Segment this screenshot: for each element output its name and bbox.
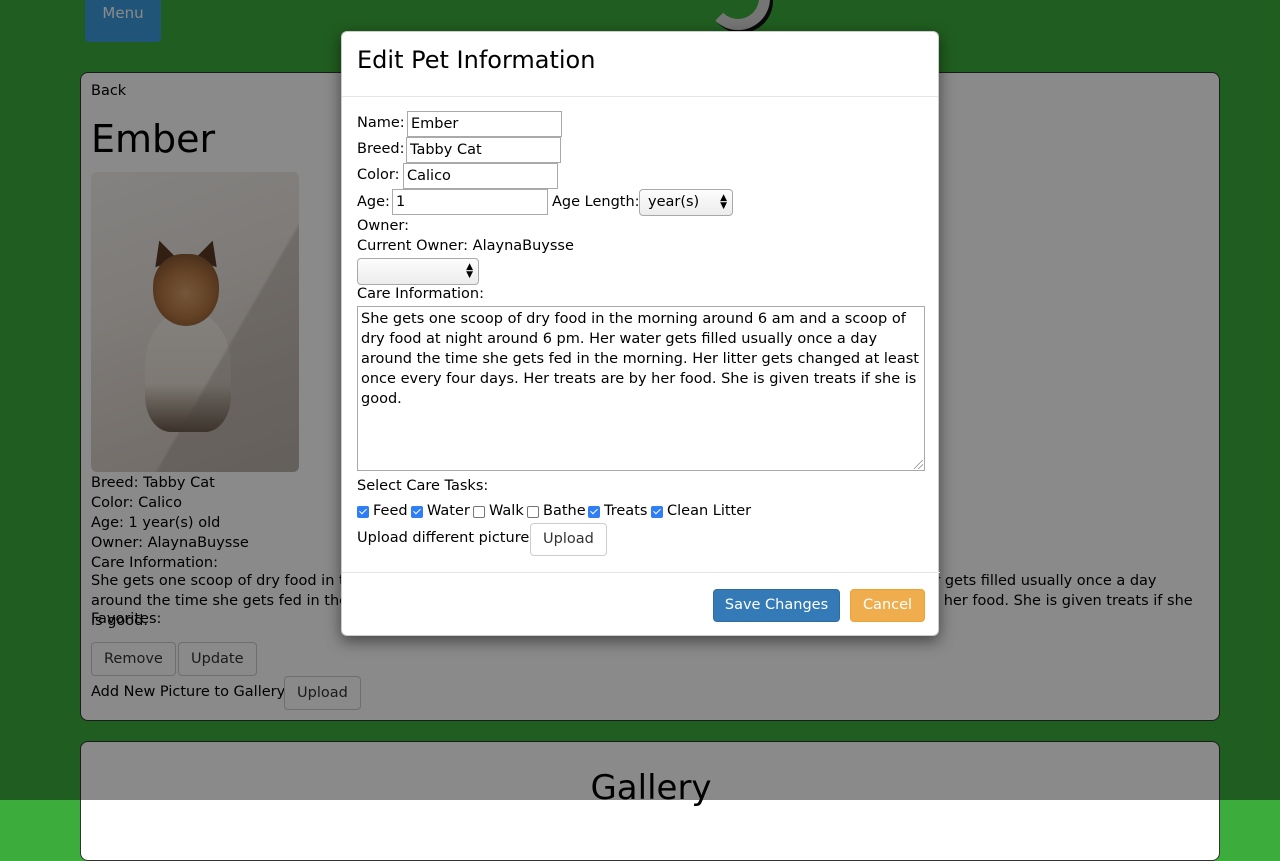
care-label: Care Information: <box>357 286 485 302</box>
save-changes-button[interactable]: Save Changes <box>713 589 840 622</box>
walk-checkbox[interactable] <box>473 506 485 518</box>
upload-prompt: Upload different picture: <box>357 530 535 546</box>
edit-pet-modal: Edit Pet Information Name: Ember Breed: … <box>341 31 940 637</box>
breed-label: Breed: <box>357 141 405 157</box>
care-textarea[interactable]: She gets one scoop of dry food in the mo… <box>357 306 925 471</box>
care-textarea-text: She gets one scoop of dry food in the mo… <box>361 311 919 407</box>
walk-label: Walk <box>489 503 524 519</box>
resize-grip-icon[interactable] <box>914 460 923 469</box>
select-arrows-icon: ▲ ▼ <box>466 262 473 280</box>
clean-litter-checkbox[interactable] <box>651 506 663 518</box>
water-checkbox[interactable] <box>411 506 423 518</box>
name-label: Name: <box>357 115 405 131</box>
modal-header: Edit Pet Information <box>342 32 938 97</box>
clean-litter-label: Clean Litter <box>667 503 752 519</box>
age-length-select[interactable]: year(s) ▲ ▼ <box>639 189 733 216</box>
age-length-label: Age Length: <box>552 194 640 210</box>
color-label: Color: <box>357 167 400 183</box>
current-owner-text: Current Owner: AlaynaBuysse <box>357 238 574 254</box>
upload-button[interactable]: Upload <box>530 523 607 556</box>
age-input[interactable]: 1 <box>392 189 548 215</box>
bathe-label: Bathe <box>543 503 586 519</box>
age-length-value: year(s) <box>648 194 700 210</box>
bathe-checkbox[interactable] <box>527 506 539 518</box>
modal-footer: Save Changes Cancel <box>342 572 940 637</box>
color-input[interactable]: Calico <box>403 163 558 189</box>
name-input[interactable]: Ember <box>407 111 562 137</box>
modal-title: Edit Pet Information <box>357 46 596 74</box>
water-label: Water <box>427 503 470 519</box>
owner-label: Owner: <box>357 218 409 234</box>
cancel-button[interactable]: Cancel <box>850 589 925 622</box>
owner-select[interactable]: ▲ ▼ <box>357 258 479 285</box>
tasks-label: Select Care Tasks: <box>357 478 489 494</box>
age-label: Age: <box>357 194 390 210</box>
feed-label: Feed <box>373 503 408 519</box>
treats-label: Treats <box>604 503 648 519</box>
breed-input[interactable]: Tabby Cat <box>406 137 561 163</box>
select-arrows-icon: ▲ ▼ <box>720 193 727 211</box>
feed-checkbox[interactable] <box>357 506 369 518</box>
treats-checkbox[interactable] <box>588 506 600 518</box>
